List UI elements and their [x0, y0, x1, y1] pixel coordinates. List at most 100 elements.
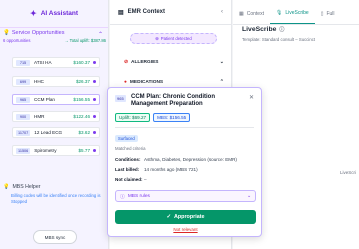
chevron-down-icon: ⌄: [246, 193, 251, 199]
not-claimed-value: –: [144, 177, 147, 182]
service-opportunities-title: Service Opportunities: [11, 30, 65, 36]
help-icon[interactable]: ⓘ: [279, 26, 284, 33]
last-billed-row: Last billed: 14 months ago (MBS 721): [115, 167, 198, 172]
ai-assistant-header: ✦ AI Assistant: [0, 0, 108, 28]
opportunity-item[interactable]: 11506 Spirometry $5.77: [12, 145, 100, 156]
tab-label: Context: [246, 11, 264, 17]
appropriate-label: Appropriate: [173, 214, 205, 220]
chevron-down-icon: ⌄: [219, 59, 224, 65]
chevron-up-icon: ⌃: [219, 79, 224, 85]
conditions-row: Conditions: Asthma, Diabetes, Depression…: [115, 157, 237, 162]
item-amount: $3.62: [78, 130, 91, 135]
surfaced-badge: Surfaced: [115, 135, 138, 142]
conditions-value: Asthma, Diabetes, Depression (source: EM…: [144, 157, 237, 162]
status-dot-icon: [93, 80, 96, 83]
chevron-up-icon[interactable]: ⌃: [98, 31, 103, 38]
grid-icon: ▦: [239, 11, 244, 17]
divider: [115, 127, 254, 128]
item-code: 900: [16, 113, 30, 120]
opportunity-item-selected[interactable]: 965 CCM Plan $156.55: [12, 94, 100, 105]
file-icon: ▯: [320, 11, 324, 17]
emr-context-header: ▤ EMR Context ‹: [110, 0, 231, 25]
section-label: ALLERGIES: [131, 59, 159, 65]
last-billed-value: 14 months ago (MBS 721): [144, 167, 198, 172]
item-code: 715: [16, 59, 30, 66]
item-code: 965: [16, 96, 30, 103]
check-circle-icon: ✓: [166, 214, 171, 220]
mbs-helper: 💡 MBS Helper Billing codes will be ident…: [3, 184, 107, 204]
section-allergies[interactable]: ⊘ ALLERGIES ⌄: [124, 59, 224, 65]
warning-icon: ⊘: [124, 59, 129, 65]
mbs-helper-title: MBS Helper: [12, 184, 41, 190]
lightbulb-icon: 💡: [3, 184, 10, 190]
item-label: Spirometry: [34, 148, 57, 153]
item-code: 11506: [16, 147, 31, 154]
ai-assistant-panel: ✦ AI Assistant 💡 Service Opportunities 6…: [0, 0, 109, 249]
item-amount: $122.46: [73, 114, 90, 119]
document-icon: ▤: [118, 9, 124, 16]
info-icon: ⓘ: [120, 194, 125, 200]
opportunity-item[interactable]: 11707 12 Lead ECG $3.62: [12, 127, 100, 138]
conditions-key: Conditions:: [115, 157, 141, 162]
ai-assistant-title: AI Assistant: [40, 10, 79, 17]
popup-code: 965: [115, 95, 126, 102]
item-label: CCM Plan: [34, 97, 55, 102]
item-code: 11707: [16, 129, 31, 136]
status-dot-icon: [93, 131, 96, 134]
status-dot-icon: [93, 149, 96, 152]
item-amount: $160.37: [73, 60, 90, 65]
item-code: 699: [16, 78, 30, 85]
lightbulb-icon: 💡: [3, 30, 10, 36]
status-dot-icon: [93, 98, 96, 101]
fee-badges: Uplift: $69.27 MBS: $156.55: [115, 113, 191, 122]
livescribe-title: LiveScribe: [242, 26, 277, 33]
item-amount: $26.37: [75, 79, 90, 84]
patient-detected-label: Patient detected: [160, 36, 192, 41]
opportunity-item[interactable]: 715 ATSI HA $160.37: [12, 57, 100, 68]
microphone-icon: 🎙: [275, 10, 283, 16]
total-uplift: → Total uplift: $387.86: [64, 38, 106, 43]
section-medications[interactable]: ● MEDICATIONS ⌃: [124, 79, 224, 85]
section-label: MEDICATIONS: [129, 79, 164, 85]
tab-label: Full: [326, 11, 335, 17]
tab-context[interactable]: ▦ Context: [233, 11, 270, 24]
patient-detected-pill: ⊕ Patient detected: [130, 33, 217, 44]
status-dot-icon: [93, 115, 96, 118]
item-label: ATSI HA: [34, 60, 52, 65]
item-label: 12 Lead ECG: [34, 130, 63, 135]
status-dot-icon: [93, 61, 96, 64]
livescribe-title-row: LiveScribe ⓘ: [242, 26, 284, 33]
item-label: HMR: [34, 114, 45, 119]
mbs-fee-badge: MBS: $156.55: [153, 113, 191, 122]
collapse-chevron-icon[interactable]: ‹: [221, 9, 223, 15]
mbs-rules-label: MBS rules: [127, 193, 150, 199]
item-amount: $156.55: [73, 97, 90, 102]
tab-label: LiveScribe: [285, 10, 309, 16]
pill-icon: ●: [124, 79, 127, 85]
opportunity-item[interactable]: 900 HMR $122.46: [12, 111, 100, 122]
opportunity-count: 6 opportunities: [3, 38, 31, 43]
mbs-helper-description: Billing codes will be identified once re…: [11, 193, 101, 204]
opportunity-item[interactable]: 699 HHC $26.37: [12, 76, 100, 87]
item-amount: $5.77: [78, 148, 91, 153]
plus-circle-icon: ⊕: [155, 35, 159, 41]
uplift-badge: Uplift: $69.27: [115, 113, 151, 122]
popup-title: CCM Plan: Chronic Condition Management P…: [131, 94, 215, 107]
sparkle-icon: ✦: [29, 9, 37, 18]
template-subtitle: Template: Standard consult – Succinct: [242, 37, 316, 42]
close-icon[interactable]: ✕: [249, 94, 254, 101]
appropriate-button[interactable]: ✓ Appropriate: [115, 210, 256, 224]
tab-livescribe[interactable]: 🎙 LiveScribe: [269, 10, 315, 24]
not-relevant-link[interactable]: Not relevant: [108, 227, 263, 232]
service-opportunities-header[interactable]: 💡 Service Opportunities 6 opportunities …: [3, 30, 106, 48]
emr-context-title: EMR Context: [127, 9, 166, 15]
tab-full[interactable]: ▯ Full: [315, 11, 341, 24]
code-detail-popup: 965 CCM Plan: Chronic Condition Manageme…: [107, 87, 262, 237]
matched-criteria-label: Matched criteria: [115, 146, 146, 151]
mbs-sync-button[interactable]: MBS sync: [33, 230, 77, 244]
mbs-rules-dropdown[interactable]: ⓘ MBS rules ⌄: [115, 190, 256, 202]
last-billed-key: Last billed:: [115, 167, 140, 172]
not-claimed-key: Not claimed:: [115, 177, 143, 182]
tab-bar: ▦ Context 🎙 LiveScribe ▯ Full: [233, 0, 359, 25]
not-claimed-row: Not claimed: –: [115, 177, 147, 182]
